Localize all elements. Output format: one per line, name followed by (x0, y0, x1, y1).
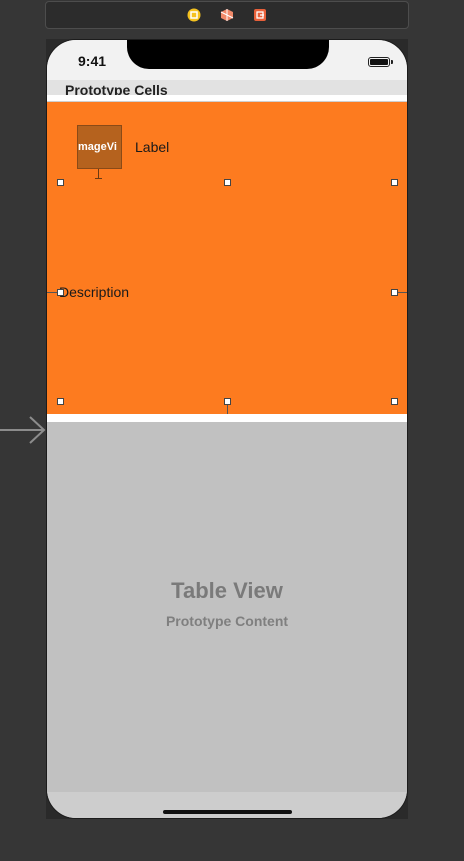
cell-bottom-separator (47, 414, 407, 422)
table-view[interactable]: Table View Prototype Content (47, 422, 407, 792)
cell-title-label[interactable]: Label (135, 139, 169, 155)
resize-handle-top-center[interactable] (224, 179, 231, 186)
description-label[interactable]: Description (59, 284, 129, 300)
resize-handle-top-left[interactable] (57, 179, 64, 186)
image-view[interactable]: mageVi (77, 125, 122, 169)
battery-icon (368, 57, 393, 67)
home-indicator-area (47, 792, 407, 818)
view-controller-icon[interactable] (187, 8, 201, 22)
resize-handle-bottom-left[interactable] (57, 398, 64, 405)
trailing-constraint (398, 292, 407, 293)
resize-handle-bottom-center[interactable] (224, 398, 231, 405)
home-indicator (163, 810, 292, 814)
first-responder-icon[interactable] (220, 8, 234, 22)
resize-handle-middle-right[interactable] (391, 289, 398, 296)
status-bar: 9:41 (47, 40, 407, 80)
resize-handle-top-right[interactable] (391, 179, 398, 186)
image-bottom-constraint (95, 169, 102, 179)
resize-handle-middle-left[interactable] (57, 289, 64, 296)
resize-handle-bottom-right[interactable] (391, 398, 398, 405)
prototype-cell[interactable]: mageVi Label Description (47, 102, 407, 414)
status-time: 9:41 (78, 53, 107, 69)
cell-top-separator (47, 95, 407, 101)
iphone-canvas[interactable]: 9:41 Prototype Cells mageVi Label Descri… (46, 39, 408, 819)
table-view-title: Table View (171, 578, 283, 603)
bottom-constraint (227, 405, 228, 414)
storyboard-entry-arrow-icon[interactable] (0, 415, 48, 445)
image-view-label: mageVi (78, 141, 117, 153)
exit-icon[interactable] (253, 8, 267, 22)
device-notch (127, 40, 329, 69)
table-view-subtitle: Prototype Content (165, 613, 289, 629)
scene-dock (45, 1, 409, 29)
